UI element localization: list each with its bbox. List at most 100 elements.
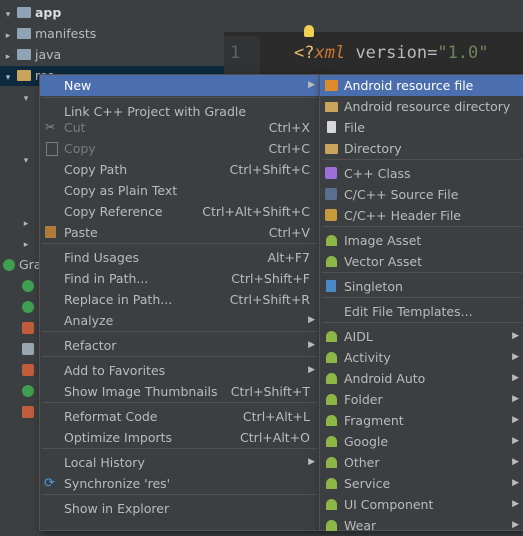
file-icon [327, 121, 336, 133]
new-menu-item-fragment[interactable]: Fragment ▶ [320, 410, 523, 431]
menu-item-synchronize-res[interactable]: ⟳ Synchronize 'res' [40, 473, 320, 494]
menu-item-label: Find Usages [64, 250, 140, 265]
new-menu-item-ui-component[interactable]: UI Component ▶ [320, 494, 523, 515]
new-menu-item-vector-asset[interactable]: Vector Asset [320, 251, 523, 272]
new-menu-item-other[interactable]: Other ▶ [320, 452, 523, 473]
module-folder-icon [17, 7, 31, 18]
menu-item-label: Copy [64, 141, 96, 156]
gradle-file-icon [22, 385, 34, 397]
new-menu-item-google[interactable]: Google ▶ [320, 431, 523, 452]
new-menu-item-activity[interactable]: Activity ▶ [320, 347, 523, 368]
properties-file-icon [22, 406, 34, 418]
menu-item-analyze[interactable]: Analyze ▶ [40, 310, 320, 331]
gradle-file-icon [22, 301, 34, 313]
expand-arrow-icon[interactable]: ▾ [2, 5, 14, 25]
lightbulb-icon[interactable] [304, 25, 314, 37]
menu-item-label: Cut [64, 120, 86, 135]
menu-item-label: Copy Path [64, 162, 128, 177]
tree-item-app[interactable]: ▾ app [0, 3, 62, 25]
menu-item-copy-reference[interactable]: Copy Reference Ctrl+Alt+Shift+C [40, 201, 320, 222]
new-submenu: Android resource file Android resource di… [319, 74, 523, 533]
expand-arrow-icon[interactable]: ▾ [18, 149, 32, 169]
android-icon [326, 256, 337, 267]
menu-item-copy-as-plain-text[interactable]: Copy as Plain Text [40, 180, 320, 201]
menu-item-copy-path[interactable]: Copy Path Ctrl+Shift+C [40, 159, 320, 180]
menu-item-new[interactable]: New ▶ [40, 75, 320, 96]
code-token: <? [294, 43, 315, 63]
menu-item-reformat-code[interactable]: Reformat Code Ctrl+Alt+L [40, 406, 320, 427]
new-menu-item-folder[interactable]: Folder ▶ [320, 389, 523, 410]
new-menu-item-directory[interactable]: Directory [320, 138, 523, 159]
menu-item-find-usages[interactable]: Find Usages Alt+F7 [40, 247, 320, 268]
menu-separator [42, 402, 318, 403]
menu-item-shortcut: Ctrl+V [268, 225, 310, 240]
new-menu-item-image-asset[interactable]: Image Asset [320, 230, 523, 251]
tree-item-label: app [35, 5, 62, 20]
menu-item-label: UI Component [344, 497, 434, 512]
cpp-class-icon [325, 167, 337, 179]
singleton-icon [326, 280, 336, 292]
new-menu-item-edit-file-templates[interactable]: Edit File Templates... [320, 301, 523, 322]
menu-item-label: Replace in Path... [64, 292, 173, 307]
menu-item-refactor[interactable]: Refactor ▶ [40, 335, 320, 356]
menu-item-label: Image Asset [344, 233, 422, 248]
code-line[interactable]: <?xml version="1.0" [294, 43, 489, 63]
code-token: = [427, 43, 438, 63]
menu-item-show-in-explorer[interactable]: Show in Explorer [40, 498, 320, 519]
tree-item-java[interactable]: ▸ java [0, 45, 61, 65]
menu-item-label: Fragment [344, 413, 404, 428]
menu-item-shortcut: Ctrl+Shift+F [231, 271, 310, 286]
submenu-arrow-icon: ▶ [308, 457, 315, 467]
menu-item-label: Optimize Imports [64, 430, 173, 445]
expand-arrow-icon[interactable]: ▾ [18, 87, 32, 107]
tree-item-manifests[interactable]: ▸ manifests [0, 24, 97, 46]
folder-icon [325, 144, 338, 154]
menu-item-cut[interactable]: ✂ Cut Ctrl+X [40, 117, 320, 138]
menu-item-label: Android Auto [344, 371, 426, 386]
menu-item-copy[interactable]: Copy Ctrl+C [40, 138, 320, 159]
new-menu-item-android-resource-directory[interactable]: Android resource directory [320, 96, 523, 117]
menu-item-paste[interactable]: Paste Ctrl+V [40, 222, 320, 243]
new-menu-item-wear[interactable]: Wear ▶ [320, 515, 523, 536]
new-menu-item-c-c-source-file[interactable]: C/C++ Source File [320, 184, 523, 205]
menu-item-label: C++ Class [344, 166, 411, 181]
menu-item-show-image-thumbnails[interactable]: Show Image Thumbnails Ctrl+Shift+T [40, 381, 320, 402]
menu-item-find-in-path[interactable]: Find in Path... Ctrl+Shift+F [40, 268, 320, 289]
collapse-arrow-icon[interactable]: ▸ [2, 47, 14, 67]
menu-item-label: Refactor [64, 338, 117, 353]
menu-item-label: C/C++ Source File [344, 187, 459, 202]
collapse-arrow-icon[interactable]: ▸ [18, 233, 32, 253]
menu-item-add-to-favorites[interactable]: Add to Favorites ▶ [40, 360, 320, 381]
menu-item-local-history[interactable]: Local History ▶ [40, 452, 320, 473]
gradle-file-icon [22, 280, 34, 292]
collapse-arrow-icon[interactable]: ▸ [18, 212, 32, 232]
submenu-arrow-icon: ▶ [512, 415, 519, 425]
menu-item-label: Analyze [64, 313, 114, 328]
menu-item-label: Copy Reference [64, 204, 163, 219]
submenu-arrow-icon: ▶ [512, 331, 519, 341]
menu-item-shortcut: Ctrl+Alt+Shift+C [202, 204, 310, 219]
menu-item-label: Service [344, 476, 391, 491]
new-menu-item-android-resource-file[interactable]: Android resource file [320, 75, 523, 96]
menu-separator [42, 448, 318, 449]
submenu-arrow-icon: ▶ [512, 478, 519, 488]
new-menu-item-android-auto[interactable]: Android Auto ▶ [320, 368, 523, 389]
menu-separator [322, 322, 522, 323]
collapse-arrow-icon[interactable]: ▸ [2, 26, 14, 46]
paste-icon [45, 226, 56, 238]
new-menu-item-singleton[interactable]: Singleton [320, 276, 523, 297]
menu-item-label: Reformat Code [64, 409, 158, 424]
menu-item-optimize-imports[interactable]: Optimize Imports Ctrl+Alt+O [40, 427, 320, 448]
menu-item-label: Vector Asset [344, 254, 422, 269]
android-icon [326, 520, 337, 531]
code-token: "1.0" [437, 43, 489, 63]
menu-item-shortcut: Ctrl+Shift+T [230, 384, 310, 399]
new-menu-item-service[interactable]: Service ▶ [320, 473, 523, 494]
expand-arrow-icon[interactable]: ▾ [2, 68, 14, 88]
menu-item-replace-in-path[interactable]: Replace in Path... Ctrl+Shift+R [40, 289, 320, 310]
new-menu-item-c-class[interactable]: C++ Class [320, 163, 523, 184]
menu-separator [322, 226, 522, 227]
new-menu-item-file[interactable]: File [320, 117, 523, 138]
new-menu-item-c-c-header-file[interactable]: C/C++ Header File [320, 205, 523, 226]
new-menu-item-aidl[interactable]: AIDL ▶ [320, 326, 523, 347]
